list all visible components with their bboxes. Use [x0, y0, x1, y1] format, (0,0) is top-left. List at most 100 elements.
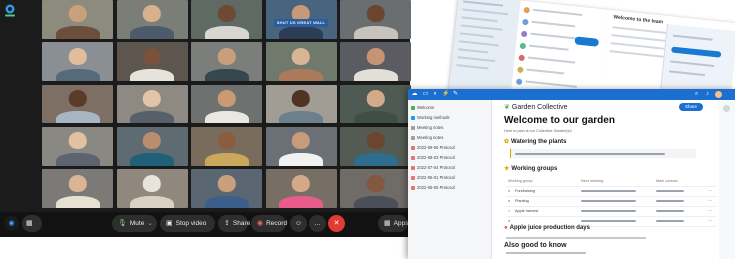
app-top-bar: ☁ ▭ ◐ ⚡ ✎ ⌕ ♪	[408, 89, 735, 100]
share-button[interactable]: ⇪ Share	[218, 215, 251, 232]
page-icon	[411, 125, 415, 130]
participant-video-tile[interactable]	[116, 42, 188, 82]
participant-grid: SHUT US GREAT WALL	[42, 0, 411, 212]
mute-button[interactable]: 🎙 Mute ⌄	[112, 215, 157, 232]
more-options-button[interactable]: …	[309, 215, 326, 232]
sidebar-page-label: 2022-07-04 Protocol	[417, 165, 455, 170]
row-actions-icon[interactable]: ⋯	[708, 187, 712, 196]
participant-video-tile[interactable]: SHUT US GREAT WALL	[265, 0, 337, 39]
notes-icon[interactable]: ✎	[452, 91, 459, 98]
files-icon[interactable]: ▭	[422, 91, 429, 98]
participant-video-tile[interactable]	[340, 126, 411, 166]
participant-body	[55, 26, 100, 39]
participant-video-tile[interactable]	[191, 42, 262, 82]
share-button[interactable]: Share	[679, 103, 703, 111]
participant-video-tile[interactable]	[340, 0, 411, 39]
participant-video-tile[interactable]	[42, 42, 113, 82]
share-label: Share	[232, 220, 251, 227]
sidebar-line	[457, 56, 496, 63]
participant-video-tile[interactable]	[116, 0, 188, 39]
mail-sidebar	[448, 0, 521, 100]
record-button[interactable]: ◉ Record	[251, 215, 287, 232]
page-icon	[411, 165, 415, 170]
participant-body	[129, 195, 175, 208]
search-icon[interactable]: ⌕	[693, 91, 700, 98]
table-header-row: Working group Next meeting Main contact	[506, 177, 716, 187]
participant-body	[353, 26, 398, 39]
groups-heading-text: Working groups	[511, 166, 558, 172]
participant-video-tile[interactable]	[42, 169, 113, 208]
participant-face	[68, 174, 87, 192]
participant-video-tile[interactable]	[116, 126, 188, 166]
more-icon: …	[314, 220, 321, 227]
table-row: ● Fundraising ⋯	[506, 187, 716, 197]
row-actions-icon[interactable]: ⋯	[708, 217, 712, 226]
participant-video-tile[interactable]	[265, 169, 337, 208]
participant-video-tile[interactable]	[116, 84, 188, 124]
participant-body	[55, 195, 100, 208]
layout-button[interactable]: ▦	[22, 215, 42, 232]
participant-face	[142, 47, 162, 65]
reactions-button[interactable]: ☺	[290, 215, 307, 232]
sidebar-page-item[interactable]: Meeting notes	[411, 124, 443, 131]
panel-button[interactable]	[671, 46, 722, 58]
table-cell	[581, 197, 636, 206]
participant-video-tile[interactable]	[340, 42, 411, 82]
cloud-logo-icon[interactable]: ☁	[411, 91, 418, 98]
stop-video-button[interactable]: ▣ Stop video	[160, 215, 215, 232]
share-screen-icon: ⇪	[224, 220, 230, 227]
watering-heading: ✿ Watering the plants	[504, 138, 566, 145]
participant-video-tile[interactable]	[42, 0, 113, 39]
participant-video-tile[interactable]	[191, 0, 262, 39]
participant-video-tile[interactable]	[191, 126, 262, 166]
participant-video-tile[interactable]	[42, 126, 113, 166]
participant-body	[204, 153, 249, 166]
participant-body	[353, 110, 398, 124]
apple-icon: ●	[504, 225, 508, 231]
sidebar-page-item[interactable]: 2022-07-04 Protocol	[411, 164, 455, 171]
sidebar-page-item[interactable]: 2022-05-05 Protocol	[411, 184, 455, 191]
participant-video-tile[interactable]	[340, 84, 411, 124]
group-icon: ●	[508, 199, 511, 203]
sidebar-page-item[interactable]: Welcome	[411, 104, 434, 111]
sidebar-page-item[interactable]: Working methods	[411, 114, 450, 121]
participant-face	[366, 90, 385, 108]
participant-face	[217, 90, 236, 108]
participant-face	[68, 5, 87, 23]
participant-face	[142, 132, 162, 150]
sidebar-page-item[interactable]: Meeting notes	[411, 134, 443, 141]
participant-body	[278, 153, 324, 166]
participant-face	[68, 132, 87, 150]
participant-face	[142, 5, 162, 23]
end-call-button[interactable]: ✕	[328, 215, 345, 232]
participant-face	[217, 47, 236, 65]
participant-video-tile[interactable]	[265, 126, 337, 166]
sidebar-page-item[interactable]: 2022-09-06 Protocol	[411, 144, 455, 151]
sidebar-page-label: Meeting notes	[417, 125, 444, 130]
participant-video-tile[interactable]	[191, 169, 262, 208]
participant-video-tile[interactable]	[42, 84, 113, 124]
bell-icon[interactable]: ♪	[704, 91, 711, 98]
sidebar-page-item[interactable]: 2022-08-03 Protocol	[411, 154, 455, 161]
sidebar-line	[463, 0, 504, 7]
sidebar-page-label: 2022-05-05 Protocol	[417, 185, 455, 190]
avatar[interactable]	[715, 91, 722, 98]
participant-video-tile[interactable]	[340, 169, 411, 208]
notes-app-window: ☁ ▭ ◐ ⚡ ✎ ⌕ ♪ Welcome Working methods Meet…	[408, 89, 735, 259]
table-row: ● Planting ⋯	[506, 197, 716, 207]
row-actions-icon[interactable]: ⋯	[708, 207, 712, 216]
apps-button[interactable]: ▦ Apps	[378, 215, 408, 232]
webex-app-icon[interactable]: ◉	[4, 216, 19, 231]
sidebar-page-item[interactable]: 2022-06-01 Protocol	[411, 174, 455, 181]
participant-video-tile[interactable]	[191, 84, 262, 124]
activity-icon[interactable]: ⚡	[442, 91, 449, 98]
row-actions-icon[interactable]: ⋯	[708, 197, 712, 206]
participant-video-tile[interactable]	[116, 169, 188, 208]
participant-video-tile[interactable]	[265, 42, 337, 82]
participant-video-tile[interactable]	[265, 84, 337, 124]
participant-body	[278, 110, 324, 124]
groups-table: Working group Next meeting Main contact …	[506, 177, 716, 227]
photos-icon[interactable]: ◐	[432, 91, 439, 98]
sun-icon: ✿	[504, 139, 510, 145]
menu-icon[interactable]	[723, 105, 730, 112]
